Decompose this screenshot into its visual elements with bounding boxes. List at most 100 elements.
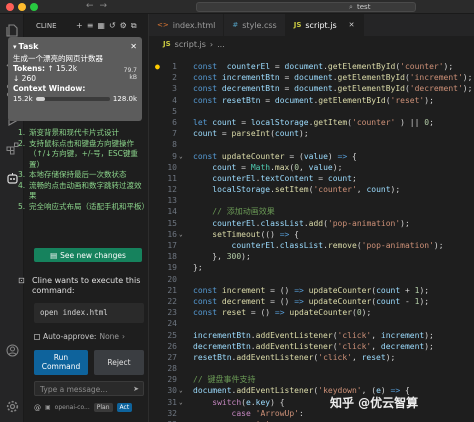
feature-list-item: 4. 流畅的点击动画和数字跳转过渡效果 xyxy=(18,181,146,202)
nav-arrows[interactable]: ←→ xyxy=(86,1,113,11)
fold-chevron-icon[interactable]: ⌄ xyxy=(179,229,183,240)
code-line: 6 let count = localStorage.getItem('count… xyxy=(149,117,474,128)
mcp-grid-icon[interactable]: ▦ xyxy=(97,21,105,31)
code-line: 3 const decrementBtn = document.getElemen… xyxy=(149,83,474,94)
code-token: const xyxy=(193,73,218,83)
mcp-servers-icon[interactable]: ≡ xyxy=(87,21,94,31)
files-icon[interactable] xyxy=(4,22,20,38)
code-token: 'counter' xyxy=(313,185,357,195)
code-text: const reset = () => updateCounter(0); xyxy=(193,307,371,318)
code-token: key xyxy=(255,397,271,407)
popout-icon[interactable]: ⧉ xyxy=(131,21,137,31)
code-line: 22 const decrement = () => updateCounter(… xyxy=(149,296,474,307)
line-number: 21 xyxy=(167,285,177,295)
feature-number: 3. xyxy=(18,170,26,179)
code-token: const xyxy=(193,308,218,318)
code-view[interactable]: ● 1 const counterEl = document.getElementB… xyxy=(149,61,474,422)
line-number: 28 xyxy=(167,364,177,374)
feature-number: 4. xyxy=(18,180,26,190)
act-mode-toggle[interactable]: Act xyxy=(116,403,133,412)
tab-style-css[interactable]: # style.css xyxy=(224,14,286,36)
feature-number: 1. xyxy=(18,128,26,137)
maximize-window-button[interactable] xyxy=(30,3,38,11)
code-line: 2 const incrementBtn = document.getElemen… xyxy=(149,72,474,83)
code-line: 25 incrementBtn.addEventListener('click',… xyxy=(149,330,474,341)
code-token: ); xyxy=(400,218,410,228)
tokens-up: ↑ 15.2k xyxy=(47,64,78,73)
tab-script-js[interactable]: JS script.js ✕ xyxy=(285,14,364,36)
code-token: count xyxy=(274,129,299,139)
auto-approve[interactable]: Auto-approve: None › xyxy=(34,332,146,341)
feature-text: 支持鼠标点击和键盘方向键操作（↑/↓方向键，+/-号，ESC键重置） xyxy=(29,138,138,169)
file-type-icon: <> xyxy=(157,21,169,29)
code-token: ); xyxy=(433,241,444,250)
code-token: ) xyxy=(327,151,338,161)
send-icon[interactable]: ➤ xyxy=(133,385,139,393)
account-icon[interactable] xyxy=(4,342,20,358)
task-header[interactable]: ▾ Task xyxy=(13,42,137,51)
code-token: decrement xyxy=(380,341,425,351)
code-token: = xyxy=(279,84,295,94)
code-line: 11 counterEl.textContent = count; xyxy=(149,173,474,184)
code-token: { xyxy=(347,151,357,161)
code-text: decrementBtn.addEventListener('click', d… xyxy=(193,341,434,352)
code-token: => xyxy=(294,285,304,295)
code-token: 300 xyxy=(226,252,242,262)
code-token: getElementById xyxy=(337,84,405,94)
code-token: add xyxy=(308,218,324,228)
message-input[interactable]: Type a message... ➤ xyxy=(34,381,144,396)
reject-button[interactable]: Reject xyxy=(94,350,144,375)
task-tokens: Tokens: ↑ 15.2k xyxy=(13,64,137,74)
code-line: 10 count = Math.max(0, value); xyxy=(149,162,474,173)
see-new-changes-button[interactable]: ▤ See new changes xyxy=(34,248,142,262)
close-icon[interactable]: ✕ xyxy=(130,42,137,51)
history-icon[interactable]: ↺ xyxy=(109,21,116,31)
settings-icon[interactable] xyxy=(4,398,20,414)
line-number: 19 xyxy=(167,263,177,273)
code-token: ); xyxy=(361,308,372,318)
fold-chevron-icon[interactable]: ⌄ xyxy=(179,397,183,408)
code-line: 21 const increment = () => updateCounter(… xyxy=(149,285,474,296)
close-tab-icon[interactable]: ✕ xyxy=(349,21,355,29)
breadcrumb-file[interactable]: script.js xyxy=(175,40,206,49)
minimize-window-button[interactable] xyxy=(18,3,26,11)
fold-chevron-icon[interactable]: ⌄ xyxy=(179,151,183,162)
run-command-button[interactable]: Run Command xyxy=(34,350,88,375)
command-center-search[interactable]: ⌕ test xyxy=(196,2,416,12)
new-task-icon[interactable]: + xyxy=(76,21,83,31)
model-selector[interactable]: openai-co... xyxy=(55,404,90,411)
code-token: 'counter' xyxy=(400,62,444,71)
breadcrumb-more[interactable]: ... xyxy=(217,40,225,49)
feature-list-item: 5. 完全响应式布局（适配手机和平板） xyxy=(18,202,149,213)
code-token: ) { xyxy=(270,397,285,407)
code-token: updateCounter xyxy=(221,151,285,161)
message-placeholder: Type a message... xyxy=(40,385,108,394)
close-window-button[interactable] xyxy=(6,3,14,11)
code-token: document xyxy=(284,62,324,71)
forward-arrow-icon[interactable]: → xyxy=(100,1,114,11)
code-token: , xyxy=(299,162,309,172)
feature-text: 本地存储保持最后一次数状态 xyxy=(29,170,127,179)
code-token: // 键盘事件支持 xyxy=(193,375,256,385)
fold-chevron-icon[interactable]: ⌄ xyxy=(179,385,183,396)
code-token: ); xyxy=(332,162,343,172)
line-number: 11 xyxy=(167,173,177,183)
tab-index-html[interactable]: <> index.html xyxy=(149,14,225,36)
auto-approve-checkbox[interactable] xyxy=(34,333,40,340)
mention-icon[interactable]: @ xyxy=(34,404,41,412)
code-token: 'pop-animation' xyxy=(361,241,434,250)
image-icon[interactable]: ▣ xyxy=(45,404,51,411)
code-token: document xyxy=(294,73,333,83)
code-token: ) || xyxy=(395,117,425,127)
code-token: , xyxy=(371,341,381,351)
line-number: 13 xyxy=(167,196,177,206)
plan-mode-toggle[interactable]: Plan xyxy=(93,403,113,412)
code-line: 23 const reset = () => updateCounter(0); xyxy=(149,307,474,318)
settings-gear-icon[interactable]: ⚙ xyxy=(120,21,127,31)
line-number: 15 xyxy=(167,218,177,228)
code-text: const decrement = () => updateCounter(co… xyxy=(193,296,429,307)
back-arrow-icon[interactable]: ← xyxy=(86,1,100,11)
